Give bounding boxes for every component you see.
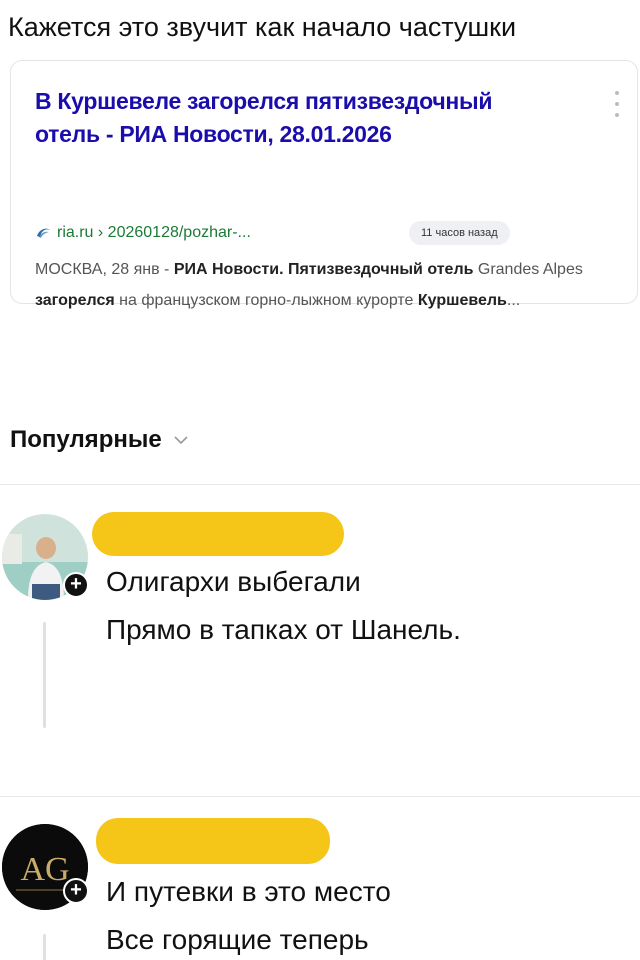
comment-text: И путевки в это место Все горящие теперь bbox=[106, 868, 391, 960]
url-text: ria.ru › 20260128/pozhar-... bbox=[57, 224, 251, 241]
more-vertical-icon[interactable] bbox=[613, 91, 621, 117]
plus-icon[interactable]: + bbox=[63, 572, 89, 598]
thread-line bbox=[43, 934, 46, 960]
search-result-url[interactable]: ria.ru › 20260128/pozhar-... bbox=[35, 222, 251, 244]
comment-line: Олигархи выбегали bbox=[106, 566, 361, 597]
redacted-username bbox=[92, 512, 344, 556]
search-result-snippet: МОСКВА, 28 янв - РИА Новости. Пятизвездо… bbox=[35, 261, 583, 309]
search-result-title[interactable]: В Куршевеле загорелся пятизвездочный оте… bbox=[35, 85, 605, 151]
title-line-2[interactable]: отель - РИА Новости, 28.01.2026 bbox=[35, 121, 392, 147]
redacted-username bbox=[96, 818, 330, 864]
post-caption: Кажется это звучит как начало частушки bbox=[8, 12, 517, 42]
chevron-down-icon bbox=[174, 436, 188, 445]
thread-line bbox=[43, 622, 46, 728]
comment-line: И путевки в это место bbox=[106, 876, 391, 907]
ria-logo-icon bbox=[37, 228, 50, 238]
avatar-logo-text: AG bbox=[20, 851, 69, 888]
sort-label: Популярные bbox=[10, 426, 162, 453]
comment-line: Прямо в тапках от Шанель. bbox=[106, 614, 461, 645]
plus-icon[interactable]: + bbox=[63, 878, 89, 904]
comment-line: Все горящие теперь bbox=[106, 924, 369, 955]
divider bbox=[0, 796, 640, 797]
comment-item: + Олигархи выбегали Прямо в тапках от Ша… bbox=[0, 500, 640, 790]
time-badge: 11 часов назад bbox=[409, 221, 510, 245]
divider bbox=[0, 484, 640, 485]
title-line-1[interactable]: В Куршевеле загорелся пятизвездочный bbox=[35, 88, 492, 114]
comment-item: AG + И путевки в это место Все горящие т… bbox=[0, 810, 640, 960]
comment-text: Олигархи выбегали Прямо в тапках от Шане… bbox=[106, 558, 461, 654]
search-result-card[interactable]: В Куршевеле загорелся пятизвездочный оте… bbox=[10, 60, 638, 309]
comments-sort-dropdown[interactable]: Популярные bbox=[10, 424, 190, 456]
